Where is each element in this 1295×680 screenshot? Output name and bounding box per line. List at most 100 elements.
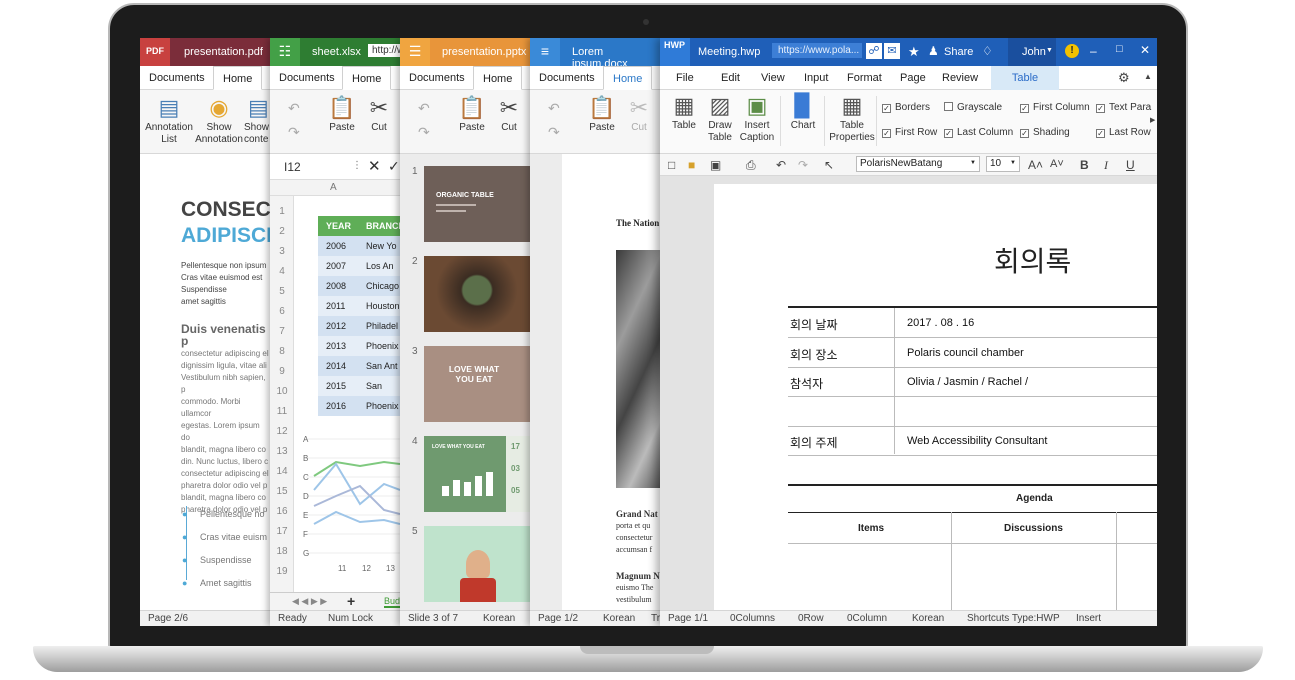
redo-icon[interactable]: ↷ [548,124,560,141]
slide-thumb-3[interactable]: LOVE WHAT YOU EAT [424,346,530,422]
table-cell-year[interactable]: 2013 [318,336,346,356]
table-cell-branch[interactable]: Phoenix [358,396,399,416]
redo-icon[interactable]: ↷ [798,158,808,172]
add-sheet-icon[interactable]: + [347,593,355,609]
menu-dots-icon[interactable]: ⋮ [352,160,362,171]
checkbox-box[interactable]: ✓ [1096,104,1105,113]
table-cell-year[interactable]: 2016 [318,396,346,416]
menu-view[interactable]: View [761,72,785,84]
tab-documents[interactable]: Documents [530,66,604,90]
row-value[interactable]: 2017 . 08 . 16 [907,317,974,329]
table-cell-year[interactable]: 2011 [318,296,345,316]
cell-reference[interactable]: I12 [284,160,301,174]
paste-button[interactable]: 📋 Paste [326,96,358,134]
checkbox-shading[interactable]: ✓ Shading [1020,127,1070,138]
table-cell-year[interactable]: 2015 [318,376,346,396]
row-number[interactable]: 9 [270,366,294,377]
row-number[interactable]: 14 [270,466,294,477]
tab-documents[interactable]: Documents [400,66,474,90]
checkbox-last-column[interactable]: ✓ Last Column [944,127,1013,138]
table-cell-branch[interactable]: San Ant [358,356,398,376]
cut-button[interactable]: ✂ Cut [364,96,394,134]
checkbox-borders[interactable]: ✓ Borders [882,102,930,113]
menu-page[interactable]: Page [900,72,926,84]
table-cell-branch[interactable]: San Dieg [358,376,400,411]
row-number[interactable]: 3 [270,246,294,257]
annotation-list-button[interactable]: ▤ Annotation List [144,96,194,146]
star-icon[interactable]: ★ [908,44,920,60]
row-number[interactable]: 10 [270,386,294,397]
save-icon[interactable]: ▣ [710,158,721,172]
bell-icon[interactable]: ♢ [982,44,993,58]
checkbox-box[interactable]: ✓ [1096,129,1105,138]
font-name-select[interactable]: PolarisNewBatang ▼ [856,156,980,172]
xlsx-filename[interactable]: sheet.xlsx [312,46,361,58]
row-number[interactable]: 11 [270,406,294,417]
show-content-button[interactable]: ▤ Show conte [244,96,270,146]
row-number[interactable]: 7 [270,326,294,337]
row-number[interactable]: 6 [270,306,294,317]
close-icon[interactable]: ✕ [1140,43,1150,57]
tab-table[interactable]: Table [991,66,1059,90]
tab-home[interactable]: Home [473,66,523,90]
cut-button[interactable]: ✂ Cut [494,96,524,134]
tab-documents[interactable]: Documents [140,66,214,90]
print-icon[interactable]: ⎙ [746,158,756,173]
slide-thumb-4[interactable]: LOVE WHAT YOU EAT 17 03 05 [424,436,530,512]
warning-icon[interactable]: ! [1065,44,1079,58]
row-number[interactable]: 17 [270,526,294,537]
redo-icon[interactable]: ↷ [418,124,430,141]
link-icon[interactable]: ☍ [866,43,882,59]
table-cell-branch[interactable]: Philadel [358,316,398,336]
ribbon-scroll-icon[interactable]: ▶ [1150,116,1155,124]
checkbox-box[interactable]: ✓ [944,129,953,138]
tab-home[interactable]: Home [603,66,653,90]
checkbox-box[interactable] [944,102,953,111]
menu-edit[interactable]: Edit [721,72,740,84]
undo-icon[interactable]: ↶ [776,158,786,172]
mail-icon[interactable]: ✉ [884,43,900,59]
row-value[interactable]: Olivia / Jasmin / Rachel / [907,376,1028,388]
sheet-tab[interactable]: Bud [384,596,400,608]
row-number[interactable]: 5 [270,286,294,297]
checkbox-text-para[interactable]: ✓ Text Para [1096,102,1151,113]
table-button[interactable]: ▦ Table [668,94,700,132]
menu-file[interactable]: File [676,72,694,84]
close-icon[interactable]: ✕ [368,157,381,175]
draw-table-button[interactable]: ▨ Draw Table [704,94,736,144]
checkbox-first-column[interactable]: ✓ First Column [1020,102,1090,113]
minimize-icon[interactable]: – [1090,44,1097,58]
underline-icon[interactable]: U [1126,158,1135,172]
checkbox-grayscale[interactable]: Grayscale [944,102,1002,113]
table-cell-branch[interactable]: Chicago [358,276,399,296]
hwp-url[interactable]: https://www.pola... [772,43,862,58]
row-number[interactable]: 4 [270,266,294,277]
tab-documents[interactable]: Documents [270,66,344,90]
row-number[interactable]: 12 [270,426,294,437]
row-number[interactable]: 8 [270,346,294,357]
table-cell-year[interactable]: 2007 [318,256,346,276]
table-cell-year[interactable]: 2014 [318,356,346,376]
table-cell-branch[interactable]: Los An [358,256,394,276]
check-icon[interactable]: ✓ [388,158,400,175]
checkbox-box[interactable]: ✓ [1020,129,1029,138]
undo-icon[interactable]: ↶ [418,100,430,117]
checkbox-first-row[interactable]: ✓ First Row [882,127,937,138]
pptx-filename[interactable]: presentation.pptx [442,46,526,58]
undo-icon[interactable]: ↶ [288,100,300,117]
new-doc-icon[interactable]: □ [668,158,675,172]
menu-review[interactable]: Review [942,72,978,84]
table-cell-branch[interactable]: Phoenix [358,336,399,356]
table-cell-branch[interactable]: New Yo [358,236,397,256]
row-number[interactable]: 2 [270,226,294,237]
checkbox-box[interactable]: ✓ [1020,104,1029,113]
xlsx-url[interactable]: http://w [368,44,400,57]
table-cell-year[interactable]: 2008 [318,276,346,296]
tab-home[interactable]: Home [213,66,263,90]
share-icon[interactable]: ♟ [928,44,939,58]
collapse-icon[interactable]: ▲ [1144,72,1152,81]
hwp-filename[interactable]: Meeting.hwp [698,46,760,58]
table-cell-year[interactable]: 2006 [318,236,346,256]
slide-thumb-2[interactable] [424,256,530,332]
row-number[interactable]: 16 [270,506,294,517]
